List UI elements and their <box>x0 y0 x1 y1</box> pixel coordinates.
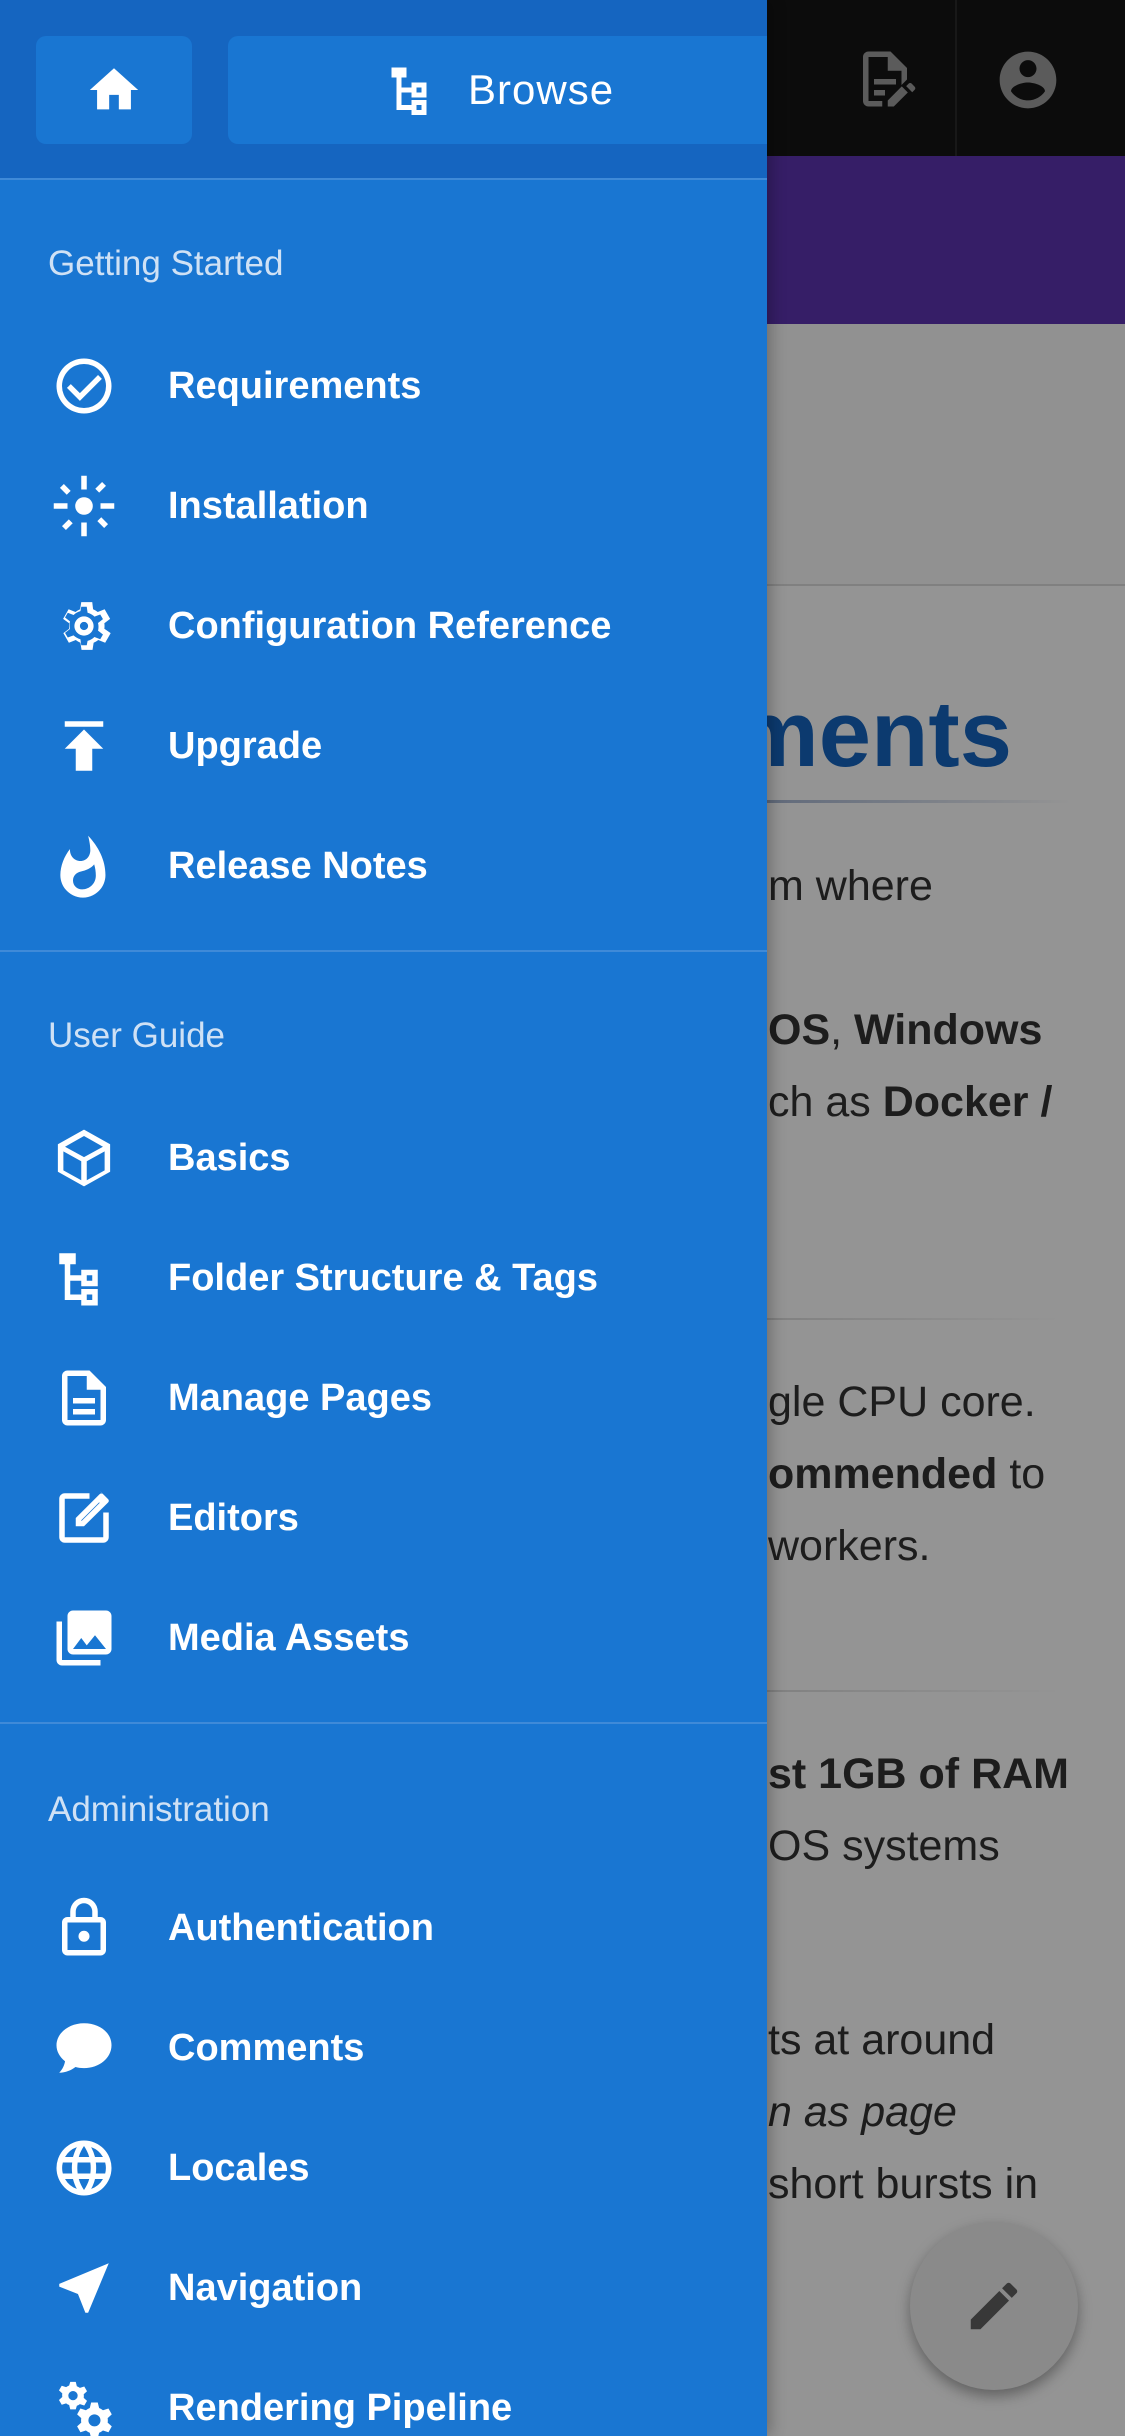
nav-item-navigation[interactable]: Navigation <box>0 2232 767 2344</box>
home-button[interactable] <box>36 36 192 144</box>
section-title-administration: Administration <box>48 1790 270 1829</box>
navigation-drawer: Browse Getting Started Requirements Inst… <box>0 0 767 2436</box>
nav-item-editors[interactable]: Editors <box>0 1462 767 1574</box>
nav-item-label: Basics <box>168 1136 291 1179</box>
upload-icon <box>50 712 118 780</box>
nav-item-label: Release Notes <box>168 844 428 887</box>
section-divider <box>0 950 767 952</box>
nav-item-label: Locales <box>168 2146 310 2189</box>
image-multiple-icon <box>50 1604 118 1672</box>
nav-item-basics[interactable]: Basics <box>0 1102 767 1214</box>
nav-item-label: Requirements <box>168 364 422 407</box>
cube-icon <box>50 1124 118 1192</box>
section-divider <box>0 1722 767 1724</box>
nav-item-label: Rendering Pipeline <box>168 2386 513 2429</box>
fire-icon <box>50 832 118 900</box>
nav-item-authentication[interactable]: Authentication <box>0 1872 767 1984</box>
section-title-getting-started: Getting Started <box>48 244 284 283</box>
lock-icon <box>50 1894 118 1962</box>
nav-item-media-assets[interactable]: Media Assets <box>0 1582 767 1694</box>
file-tree-icon <box>391 67 427 115</box>
nav-item-folder-structure-tags[interactable]: Folder Structure & Tags <box>0 1222 767 1334</box>
nav-item-comments[interactable]: Comments <box>0 1992 767 2104</box>
nav-item-label: Installation <box>168 484 369 527</box>
cogs-icon <box>50 2374 118 2436</box>
nav-item-label: Upgrade <box>168 724 323 767</box>
drawer-header: Browse <box>0 0 767 180</box>
globe-icon <box>50 2134 118 2202</box>
nav-item-installation[interactable]: Installation <box>0 450 767 562</box>
navigation-icon <box>50 2254 118 2322</box>
browse-label: Browse <box>468 66 615 113</box>
nav-item-configuration-reference[interactable]: Configuration Reference <box>0 570 767 682</box>
nav-item-label: Navigation <box>168 2266 363 2309</box>
comment-icon <box>50 2014 118 2082</box>
nav-item-label: Comments <box>168 2026 365 2069</box>
file-tree-icon <box>50 1244 118 1312</box>
section-title-user-guide: User Guide <box>48 1016 226 1055</box>
edit-box-icon <box>50 1484 118 1552</box>
browse-button[interactable]: Browse <box>228 36 767 144</box>
nav-item-label: Editors <box>168 1496 299 1539</box>
nav-item-label: Folder Structure & Tags <box>168 1256 599 1299</box>
nav-item-manage-pages[interactable]: Manage Pages <box>0 1342 767 1454</box>
brightness-icon <box>50 472 118 540</box>
nav-item-label: Configuration Reference <box>168 604 612 647</box>
home-icon <box>89 68 139 110</box>
check-circle-icon <box>50 352 118 420</box>
nav-item-release-notes[interactable]: Release Notes <box>0 810 767 922</box>
nav-item-upgrade[interactable]: Upgrade <box>0 690 767 802</box>
nav-item-locales[interactable]: Locales <box>0 2112 767 2224</box>
nav-item-label: Manage Pages <box>168 1376 432 1419</box>
nav-item-label: Media Assets <box>168 1616 410 1659</box>
nav-item-rendering-pipeline[interactable]: Rendering Pipeline <box>0 2352 767 2436</box>
document-icon <box>50 1364 118 1432</box>
nav-item-label: Authentication <box>168 1906 434 1949</box>
nav-item-requirements[interactable]: Requirements <box>0 330 767 442</box>
gear-icon <box>50 592 118 660</box>
